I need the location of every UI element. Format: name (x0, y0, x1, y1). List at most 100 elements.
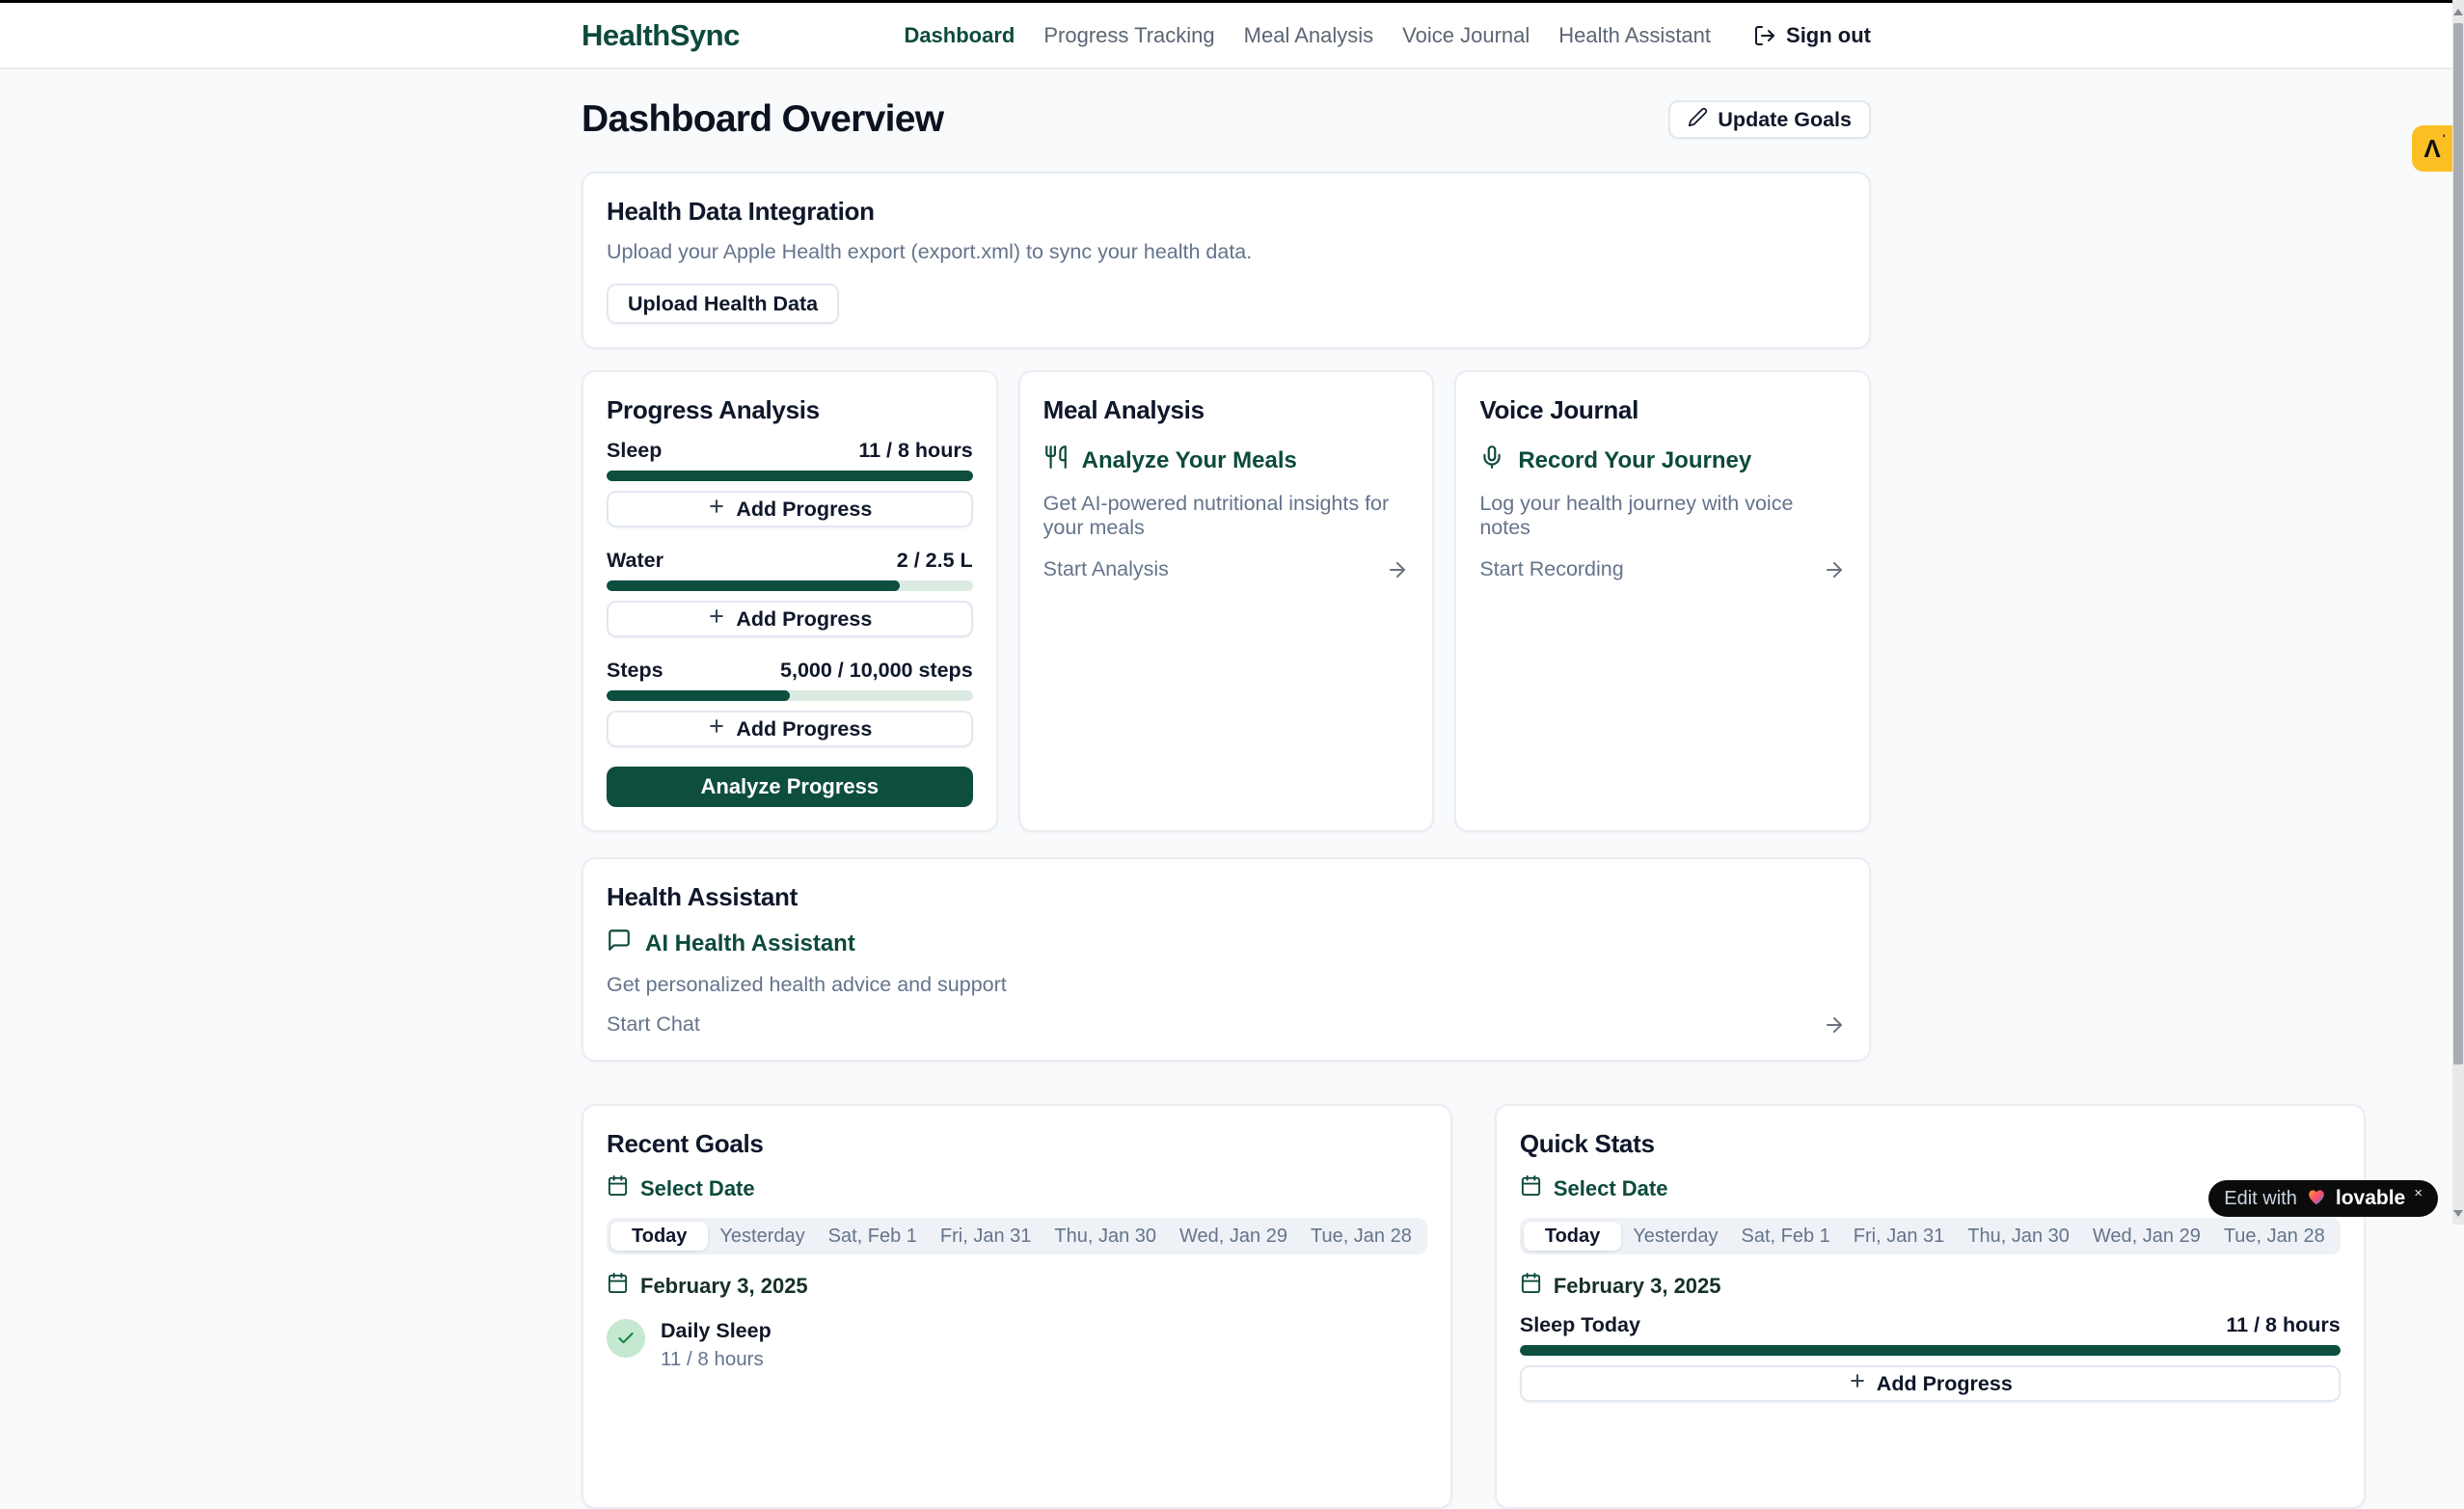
date-tab-sat-feb-1[interactable]: Sat, Feb 1 (1730, 1222, 1842, 1251)
steps-progress-bar (607, 690, 973, 701)
select-date-label: Select Date (640, 1176, 755, 1201)
edit-with-lovable-badge[interactable]: Edit with lovable × (2208, 1180, 2438, 1217)
calendar-icon (607, 1272, 629, 1300)
scroll-down-arrow[interactable] (2452, 1206, 2464, 1220)
update-goals-label: Update Goals (1718, 108, 1852, 132)
sleep-progress-bar (607, 471, 973, 481)
quick-stats-current-date: February 3, 2025 (1520, 1272, 2341, 1300)
start-analysis-link[interactable]: Start Analysis (1043, 557, 1410, 581)
metric-value: 2 / 2.5 L (897, 549, 973, 573)
add-progress-steps-button[interactable]: Add Progress (607, 711, 973, 747)
update-goals-button[interactable]: Update Goals (1668, 100, 1871, 139)
heart-icon (2306, 1186, 2327, 1212)
date-tab-tue-jan-28[interactable]: Tue, Jan 28 (2212, 1222, 2337, 1251)
start-recording-link[interactable]: Start Recording (1479, 557, 1846, 581)
logout-icon (1753, 24, 1776, 47)
arrow-right-icon (1386, 558, 1409, 581)
date-tab-tue-jan-28[interactable]: Tue, Jan 28 (1299, 1222, 1423, 1251)
quick-stats-add-progress-button[interactable]: Add Progress (1520, 1365, 2341, 1402)
date-tab-wed-jan-29[interactable]: Wed, Jan 29 (1168, 1222, 1299, 1251)
scrollbar-track[interactable] (2452, 0, 2464, 1225)
date-tab-thu-jan-30[interactable]: Thu, Jan 30 (1956, 1222, 2081, 1251)
metric-label: Steps (607, 659, 663, 683)
recent-goals-date-tabs: Today Yesterday Sat, Feb 1 Fri, Jan 31 T… (607, 1218, 1427, 1254)
select-date-label: Select Date (1554, 1176, 1668, 1201)
date-tab-today[interactable]: Today (1524, 1222, 1621, 1251)
add-progress-label: Add Progress (736, 607, 872, 632)
sleep-today-progress-fill (1520, 1345, 2341, 1356)
nav-dashboard[interactable]: Dashboard (904, 23, 1015, 48)
nav-progress-tracking[interactable]: Progress Tracking (1043, 23, 1214, 48)
add-progress-label: Add Progress (736, 498, 872, 522)
nav-voice-journal[interactable]: Voice Journal (1402, 23, 1530, 48)
plus-icon (707, 606, 726, 632)
recent-goals-select-date[interactable]: Select Date (607, 1174, 1427, 1202)
plus-icon (1848, 1371, 1867, 1396)
stat-label: Sleep Today (1520, 1313, 1640, 1337)
app-logo: HealthSync (582, 18, 740, 53)
badge-logo-icon: Λ' (2423, 136, 2440, 161)
extension-side-badge[interactable]: Λ' (2412, 125, 2452, 172)
meal-feature-heading: Analyze Your Meals (1082, 447, 1297, 474)
date-tab-today[interactable]: Today (610, 1222, 708, 1251)
analyze-progress-button[interactable]: Analyze Progress (607, 767, 973, 807)
start-chat-link[interactable]: Start Chat (607, 1012, 1846, 1037)
main-nav: Dashboard Progress Tracking Meal Analysi… (904, 23, 1871, 48)
plus-icon (707, 497, 726, 522)
steps-progress-fill (607, 690, 790, 701)
goal-item-daily-sleep: Daily Sleep 11 / 8 hours (607, 1319, 1427, 1371)
sign-out-button[interactable]: Sign out (1753, 23, 1871, 48)
add-progress-label: Add Progress (736, 717, 872, 741)
arrow-right-icon (1823, 1013, 1846, 1037)
date-tab-fri-jan-31[interactable]: Fri, Jan 31 (1842, 1222, 1956, 1251)
date-tab-sat-feb-1[interactable]: Sat, Feb 1 (817, 1222, 929, 1251)
calendar-icon (1520, 1272, 1542, 1300)
sleep-today-stat: Sleep Today 11 / 8 hours (1520, 1313, 2341, 1337)
check-circle-icon (607, 1319, 645, 1358)
recent-goals-card: Recent Goals Select Date Today Yesterday… (582, 1104, 1452, 1509)
quick-stats-date-tabs: Today Yesterday Sat, Feb 1 Fri, Jan 31 T… (1520, 1218, 2341, 1254)
voice-journal-title: Voice Journal (1479, 395, 1846, 425)
assistant-feature-description: Get personalized health advice and suppo… (607, 973, 1846, 997)
progress-analysis-title: Progress Analysis (607, 395, 973, 425)
health-assistant-card: Health Assistant AI Health Assistant Get… (582, 857, 1871, 1062)
microphone-icon (1479, 445, 1504, 476)
meal-analysis-card: Meal Analysis Analyze Your Meals Get AI-… (1018, 370, 1435, 832)
badge-close-icon[interactable]: × (2414, 1185, 2423, 1201)
arrow-right-icon (1823, 558, 1846, 581)
sleep-progress-fill (607, 471, 973, 481)
stat-value: 11 / 8 hours (2226, 1313, 2340, 1337)
date-tab-wed-jan-29[interactable]: Wed, Jan 29 (2081, 1222, 2212, 1251)
plus-icon (707, 716, 726, 741)
utensils-icon (1043, 445, 1069, 476)
nav-health-assistant[interactable]: Health Assistant (1558, 23, 1711, 48)
assistant-feature-heading: AI Health Assistant (645, 930, 855, 957)
add-progress-water-button[interactable]: Add Progress (607, 601, 973, 637)
health-assistant-title: Health Assistant (607, 882, 1846, 912)
integration-title: Health Data Integration (607, 197, 1846, 227)
add-progress-sleep-button[interactable]: Add Progress (607, 491, 973, 527)
date-tab-thu-jan-30[interactable]: Thu, Jan 30 (1042, 1222, 1168, 1251)
metric-label: Water (607, 549, 663, 573)
lovable-brand-label: lovable (2336, 1187, 2405, 1210)
start-analysis-label: Start Analysis (1043, 557, 1169, 581)
sleep-today-progress-bar (1520, 1345, 2341, 1356)
goal-name: Daily Sleep (661, 1319, 772, 1343)
progress-analysis-card: Progress Analysis Sleep 11 / 8 hours Add… (582, 370, 998, 832)
current-date-label: February 3, 2025 (1554, 1274, 1721, 1299)
metric-value: 11 / 8 hours (858, 439, 972, 463)
scrollbar-thumb[interactable] (2453, 23, 2463, 1064)
water-progress-bar (607, 580, 973, 591)
voice-feature-heading: Record Your Journey (1518, 447, 1751, 474)
page-title: Dashboard Overview (582, 98, 943, 141)
health-data-integration-card: Health Data Integration Upload your Appl… (582, 172, 1871, 349)
date-tab-yesterday[interactable]: Yesterday (708, 1222, 816, 1251)
date-tab-fri-jan-31[interactable]: Fri, Jan 31 (929, 1222, 1042, 1251)
nav-meal-analysis[interactable]: Meal Analysis (1244, 23, 1374, 48)
upload-health-data-button[interactable]: Upload Health Data (607, 283, 839, 324)
app-header: HealthSync Dashboard Progress Tracking M… (0, 3, 2452, 69)
scroll-up-arrow[interactable] (2452, 5, 2464, 18)
date-tab-yesterday[interactable]: Yesterday (1621, 1222, 1729, 1251)
integration-description: Upload your Apple Health export (export.… (607, 240, 1846, 264)
voice-feature-description: Log your health journey with voice notes (1479, 492, 1846, 540)
